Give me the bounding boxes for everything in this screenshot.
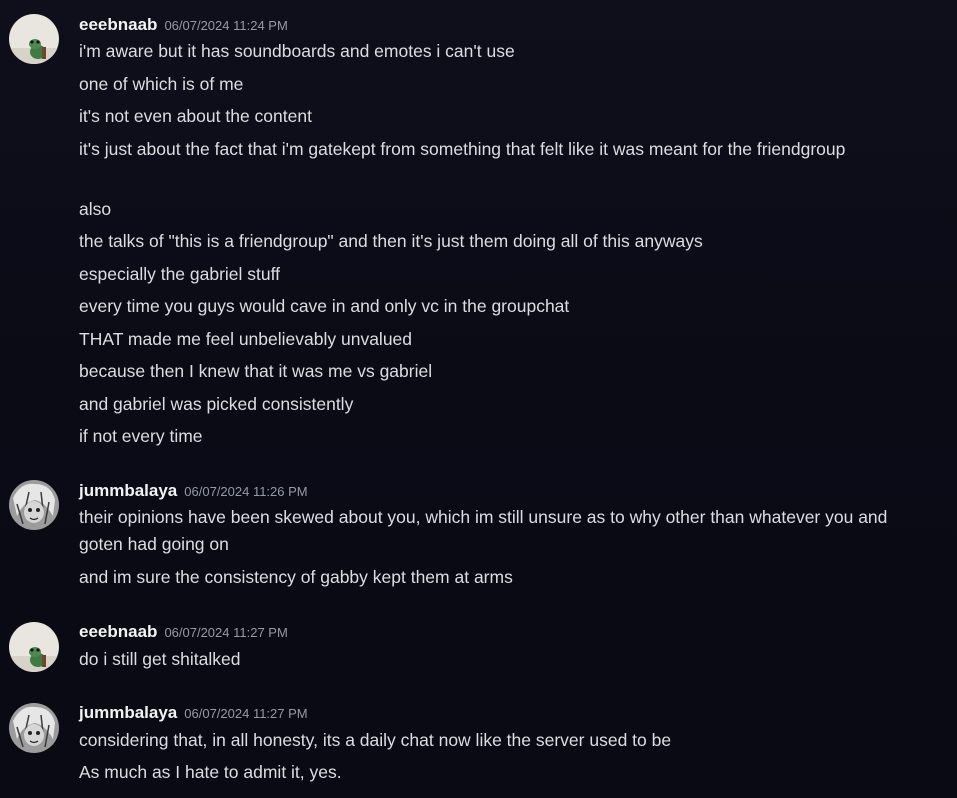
username[interactable]: eeebnaab	[79, 622, 157, 641]
message-text: the talks of "this is a friendgroup" and…	[79, 231, 703, 251]
message-text: every time you guys would cave in and on…	[79, 296, 570, 316]
timestamp: 06/07/2024 11:27 PM	[164, 625, 288, 640]
message-text: do i still get shitalked	[79, 649, 241, 669]
avatar[interactable]	[9, 480, 59, 530]
message-header: eeebnaab 06/07/2024 11:24 PM	[79, 15, 288, 37]
frog-avatar-icon	[9, 14, 59, 64]
message-text: if not every time	[79, 426, 203, 446]
message-text: especially the gabriel stuff	[79, 264, 281, 284]
username[interactable]: eeebnaab	[79, 15, 157, 34]
message-text: it's not even about the content	[79, 106, 312, 126]
username[interactable]: jummbalaya	[79, 703, 177, 722]
message-header: jummbalaya 06/07/2024 11:27 PM	[79, 703, 308, 725]
message-text: THAT made me feel unbelievably unvalued	[79, 329, 413, 349]
message-text: it's just about the fact that i'm gateke…	[79, 139, 846, 159]
timestamp: 06/07/2024 11:26 PM	[184, 484, 308, 499]
message-header: jummbalaya 06/07/2024 11:26 PM	[79, 481, 308, 503]
message-text: one of which is of me	[79, 74, 244, 94]
message-text: because then I knew that it was me vs ga…	[79, 361, 433, 381]
manga-character-avatar-icon	[9, 703, 59, 753]
avatar[interactable]	[9, 703, 59, 753]
message-text: also	[79, 199, 112, 219]
timestamp: 06/07/2024 11:27 PM	[184, 706, 308, 721]
message-text: their opinions have been skewed about yo…	[79, 507, 888, 554]
message-text: and im sure the consistency of gabby kep…	[79, 567, 513, 587]
chat-message-list: eeebnaab 06/07/2024 11:24 PM i'm aware bu…	[0, 0, 957, 798]
manga-character-avatar-icon	[9, 480, 59, 530]
frog-avatar-icon	[9, 622, 59, 672]
username[interactable]: jummbalaya	[79, 481, 177, 500]
avatar[interactable]	[9, 14, 59, 64]
message-text: and gabriel was picked consistently	[79, 394, 354, 414]
message-text: considering that, in all honesty, its a …	[79, 730, 672, 750]
timestamp: 06/07/2024 11:24 PM	[164, 18, 288, 33]
avatar[interactable]	[9, 622, 59, 672]
message-text: i'm aware but it has soundboards and emo…	[79, 41, 515, 61]
message-header: eeebnaab 06/07/2024 11:27 PM	[79, 622, 288, 644]
message-text: As much as I hate to admit it, yes.	[79, 762, 342, 782]
